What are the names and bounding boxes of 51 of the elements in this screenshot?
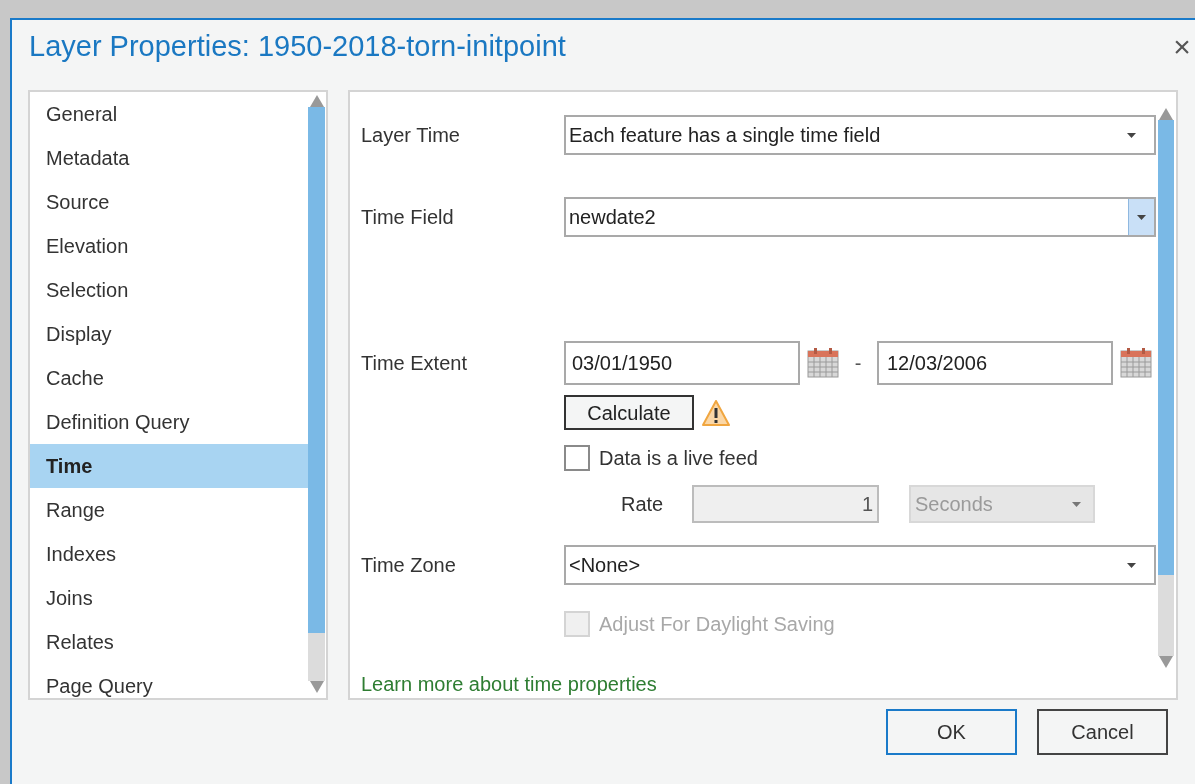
calendar-icon[interactable] bbox=[807, 348, 839, 378]
calculate-button[interactable]: Calculate bbox=[564, 395, 694, 430]
field-label: Time Zone bbox=[361, 553, 457, 578]
dropdown-value: <None> bbox=[569, 553, 642, 578]
dropdown-caret-icon bbox=[1126, 132, 1136, 138]
dropdown-caret-icon bbox=[1126, 562, 1136, 568]
dropdown[interactable]: <None> bbox=[564, 545, 1156, 585]
field-label: Time Extent bbox=[361, 351, 468, 376]
scrollbar[interactable] bbox=[1158, 108, 1174, 668]
checkbox[interactable] bbox=[564, 445, 590, 471]
sidebar-item[interactable]: General bbox=[30, 92, 308, 136]
sidebar-item[interactable]: Page Query bbox=[30, 664, 308, 698]
scroll-down-arrow-icon[interactable] bbox=[1159, 656, 1173, 668]
checkbox-label: Adjust For Daylight Saving bbox=[599, 612, 835, 637]
close-button[interactable]: × bbox=[1167, 32, 1195, 62]
sidebar-item[interactable]: Relates bbox=[30, 620, 308, 664]
calendar-icon[interactable] bbox=[1120, 348, 1152, 378]
scrollbar-thumb[interactable] bbox=[1158, 120, 1174, 575]
scroll-up-arrow-icon[interactable] bbox=[309, 95, 324, 107]
end-date-field[interactable]: 12/03/2006 bbox=[877, 341, 1113, 385]
dropdown[interactable]: Each feature has a single time field bbox=[564, 115, 1156, 155]
checkbox-label: Data is a live feed bbox=[599, 446, 758, 471]
dropdown-value: Each feature has a single time field bbox=[569, 123, 882, 148]
sidebar-item[interactable]: Selection bbox=[30, 268, 308, 312]
scrollbar-thumb[interactable] bbox=[308, 107, 325, 633]
sidebar-item[interactable]: Indexes bbox=[30, 532, 308, 576]
dialog-button[interactable]: OK bbox=[886, 709, 1017, 755]
field-label: Rate bbox=[621, 492, 665, 517]
help-link[interactable]: Learn more about time properties bbox=[361, 673, 657, 695]
sidebar-item[interactable]: Source bbox=[30, 180, 308, 224]
scroll-up-arrow-icon[interactable] bbox=[1159, 108, 1173, 120]
dropdown[interactable]: newdate2 bbox=[564, 197, 1156, 237]
sidebar-item[interactable]: Time bbox=[30, 444, 308, 488]
sidebar-item[interactable]: Joins bbox=[30, 576, 308, 620]
window-title: Layer Properties: 1950-2018-torn-initpoint bbox=[29, 29, 567, 65]
sidebar-item[interactable]: Display bbox=[30, 312, 308, 356]
dropdown-value: newdate2 bbox=[569, 205, 657, 230]
sidebar-item[interactable]: Metadata bbox=[30, 136, 308, 180]
sidebar-item[interactable]: Cache bbox=[30, 356, 308, 400]
field-label: Time Field bbox=[361, 205, 455, 230]
sidebar-item[interactable]: Elevation bbox=[30, 224, 308, 268]
sidebar-item[interactable]: Range bbox=[30, 488, 308, 532]
dropdown-caret-icon bbox=[1072, 501, 1081, 507]
dropdown-caret-icon bbox=[1137, 214, 1146, 220]
dropdown-value: Seconds bbox=[915, 492, 994, 517]
sidebar-item[interactable]: Definition Query bbox=[30, 400, 308, 444]
scroll-down-arrow-icon[interactable] bbox=[309, 681, 324, 693]
field-label: Layer Time bbox=[361, 123, 461, 148]
date-separator: - bbox=[853, 351, 863, 376]
start-date-field[interactable]: 03/01/1950 bbox=[564, 341, 800, 385]
dialog-button[interactable]: Cancel bbox=[1037, 709, 1168, 755]
